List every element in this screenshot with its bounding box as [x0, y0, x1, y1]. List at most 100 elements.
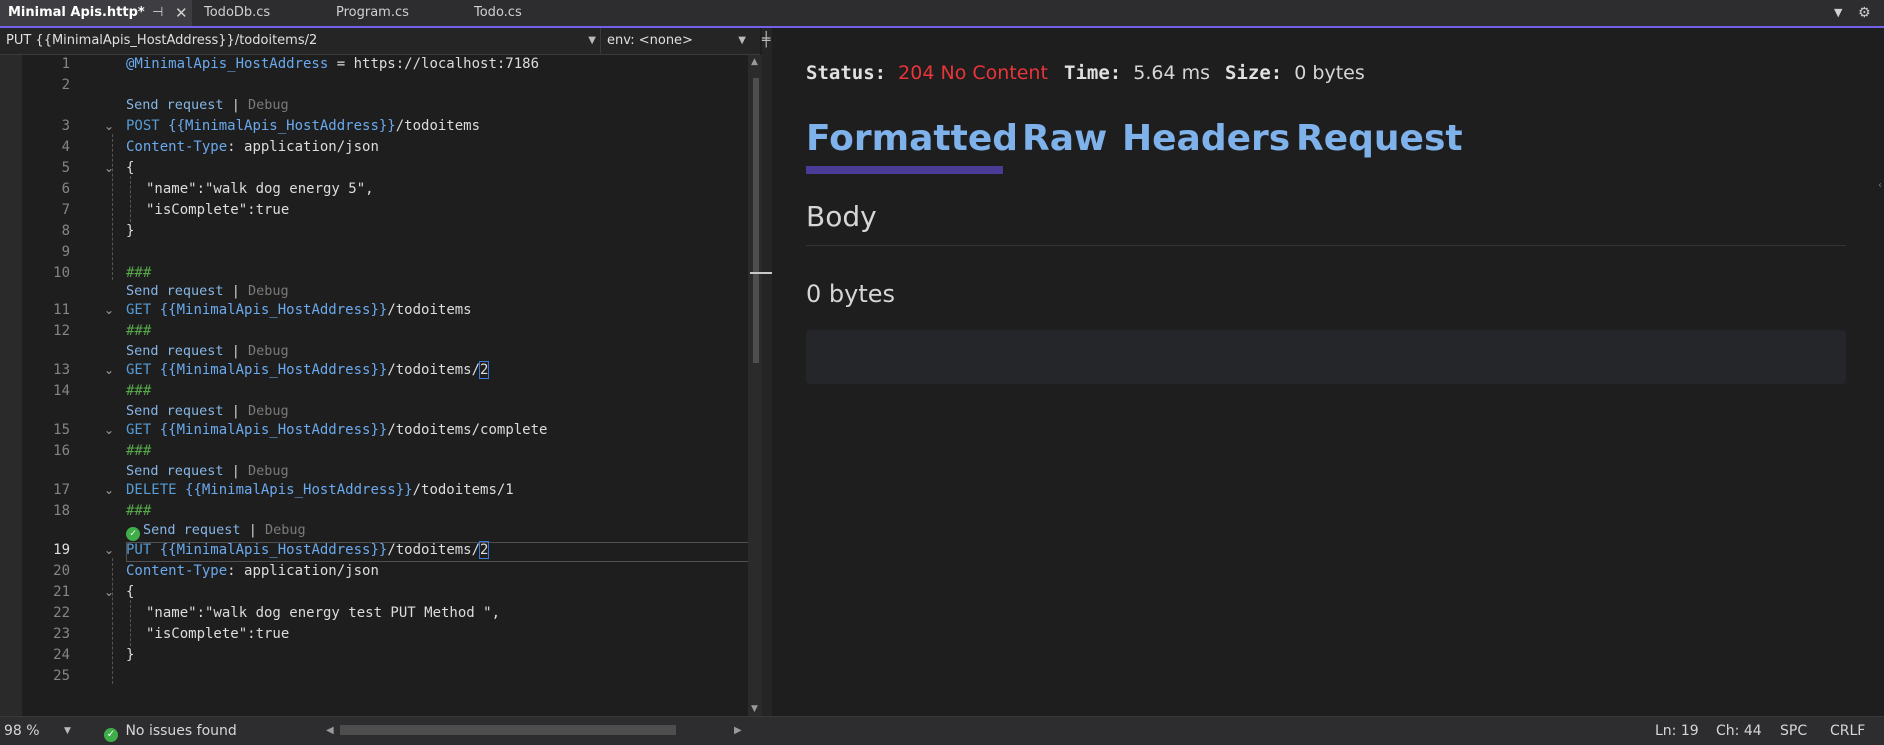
- split-view-bar[interactable]: ╪: [762, 28, 772, 716]
- code-line: }: [126, 647, 135, 663]
- debug-link[interactable]: Debug: [248, 343, 289, 359]
- environment-dropdown-value: env: <none>: [607, 33, 693, 48]
- tab-overflow-dropdown-icon[interactable]: ▼: [1834, 0, 1842, 26]
- fold-chevron-icon[interactable]: ⌄: [104, 360, 114, 380]
- tab-program-cs[interactable]: Program.cs: [328, 0, 464, 26]
- line-number: 8: [61, 223, 70, 239]
- line-ending-indicator[interactable]: CRLF: [1830, 717, 1865, 745]
- response-size: Size: 0 bytes: [1225, 62, 1365, 84]
- size-value: 0 bytes: [1294, 62, 1365, 84]
- debug-link[interactable]: Debug: [248, 463, 289, 479]
- line-indicator[interactable]: Ln: 19: [1655, 717, 1699, 745]
- body-heading: Body: [806, 200, 877, 233]
- line-number: 21: [53, 584, 70, 600]
- line-number: 15: [53, 422, 70, 438]
- fold-chevron-icon[interactable]: ⌄: [104, 480, 114, 500]
- send-request-link[interactable]: Send request: [126, 283, 224, 299]
- code-line: }: [126, 223, 135, 239]
- whitespace-indicator[interactable]: SPC: [1780, 717, 1807, 745]
- http-method: GET: [126, 422, 152, 438]
- debug-link[interactable]: Debug: [248, 403, 289, 419]
- codelens: Send request | Debug: [126, 341, 289, 361]
- url-path: /todoitems/complete: [387, 422, 548, 438]
- send-request-link[interactable]: Send request: [126, 97, 224, 113]
- line-number: 25: [53, 668, 70, 684]
- header-name: Content-Type: [126, 139, 228, 155]
- response-time: Time: 5.64 ms: [1064, 62, 1210, 84]
- tab-label: Program.cs: [336, 5, 409, 20]
- status-bar: 98 % ▼ ✓ No issues found ◀ ▶ Ln: 19 Ch: …: [0, 716, 1884, 745]
- scroll-left-arrow-icon[interactable]: ◀: [326, 717, 334, 745]
- fold-chevron-icon[interactable]: ⌄: [104, 540, 114, 560]
- codelens: ✓ Send request | Debug: [126, 520, 306, 541]
- tab-tododb-cs[interactable]: TodoDb.cs: [196, 0, 326, 26]
- chevron-down-icon: ▼: [738, 35, 746, 46]
- send-request-link[interactable]: Send request: [126, 343, 224, 359]
- tab-label: Minimal Apis.http*: [8, 5, 145, 20]
- tab-raw[interactable]: Raw: [1022, 118, 1107, 159]
- variable-reference: {{MinimalApis_HostAddress}}: [159, 362, 388, 378]
- url-path: /todoitems: [395, 118, 481, 134]
- fold-chevron-icon[interactable]: ⌄: [104, 420, 114, 440]
- scroll-down-arrow-icon[interactable]: ▼: [751, 704, 758, 714]
- zoom-dropdown[interactable]: 98 % ▼: [4, 717, 74, 745]
- body-size: 0 bytes: [806, 280, 896, 308]
- pin-icon[interactable]: ⊣: [152, 0, 163, 26]
- debug-link[interactable]: Debug: [265, 522, 306, 538]
- scroll-up-arrow-icon[interactable]: ▲: [751, 57, 758, 67]
- size-label: Size:: [1225, 62, 1283, 84]
- line-number: 16: [53, 443, 70, 459]
- tab-request[interactable]: Request: [1296, 118, 1463, 159]
- tab-todo-cs[interactable]: Todo.cs: [466, 0, 580, 26]
- line-number: 23: [53, 626, 70, 642]
- code-line: GET {{MinimalApis_HostAddress}}/todoitem…: [126, 300, 472, 320]
- gear-icon[interactable]: ⚙: [1858, 0, 1871, 26]
- code-line: {: [126, 584, 135, 600]
- scroll-position-marker: [750, 272, 774, 274]
- chevron-down-icon: ▼: [64, 726, 71, 736]
- horizontal-scrollbar-thumb[interactable]: [340, 725, 676, 735]
- codelens-separator: |: [248, 522, 257, 538]
- close-tab-icon[interactable]: ✕: [175, 0, 188, 26]
- divider: [806, 245, 1846, 246]
- send-request-link[interactable]: Send request: [126, 463, 224, 479]
- debug-link[interactable]: Debug: [248, 97, 289, 113]
- line-number: 13: [53, 362, 70, 378]
- indent-guide: [112, 134, 113, 280]
- send-request-link[interactable]: Send request: [143, 522, 241, 538]
- line-number: 9: [61, 244, 70, 260]
- active-tab-indicator: [806, 166, 1003, 174]
- codelens: Send request | Debug: [126, 401, 289, 421]
- http-method: DELETE: [126, 482, 177, 498]
- line-number: 22: [53, 605, 70, 621]
- codelens: Send request | Debug: [126, 281, 289, 301]
- split-pane-icon[interactable]: ╪: [762, 32, 770, 48]
- line-number: 20: [53, 563, 70, 579]
- issues-indicator[interactable]: ✓ No issues found: [104, 717, 237, 745]
- line-number: 24: [53, 647, 70, 663]
- debug-link[interactable]: Debug: [248, 283, 289, 299]
- request-dropdown[interactable]: PUT {{MinimalApis_HostAddress}}/todoitem…: [0, 28, 600, 54]
- response-status: Status: 204 No Content: [806, 62, 1048, 84]
- environment-dropdown[interactable]: env: <none> ▼: [600, 28, 750, 54]
- url-path: /todoitems/: [387, 362, 481, 378]
- variable-name: @MinimalApis_HostAddress: [126, 56, 329, 72]
- resize-handle-icon[interactable]: ‹: [1878, 180, 1882, 191]
- fold-chevron-icon[interactable]: ⌄: [104, 300, 114, 320]
- request-dropdown-value: PUT {{MinimalApis_HostAddress}}/todoitem…: [6, 33, 318, 48]
- chevron-down-icon: ▼: [588, 35, 596, 46]
- time-label: Time:: [1064, 62, 1122, 84]
- send-request-link[interactable]: Send request: [126, 403, 224, 419]
- column-indicator[interactable]: Ch: 44: [1716, 717, 1762, 745]
- code-line: DELETE {{MinimalApis_HostAddress}}/todoi…: [126, 480, 514, 500]
- tab-formatted[interactable]: Formatted: [806, 118, 1018, 159]
- tab-headers[interactable]: Headers: [1122, 118, 1290, 159]
- fold-chevron-icon[interactable]: ⌄: [104, 116, 114, 136]
- line-number: 2: [61, 77, 70, 93]
- scrollbar-thumb[interactable]: [753, 78, 759, 363]
- line-number: 4: [61, 139, 70, 155]
- scroll-right-arrow-icon[interactable]: ▶: [734, 717, 742, 745]
- code-line: Content-Type: application/json: [126, 137, 379, 157]
- line-number: 12: [53, 323, 70, 339]
- line-number-current: 19: [53, 542, 70, 558]
